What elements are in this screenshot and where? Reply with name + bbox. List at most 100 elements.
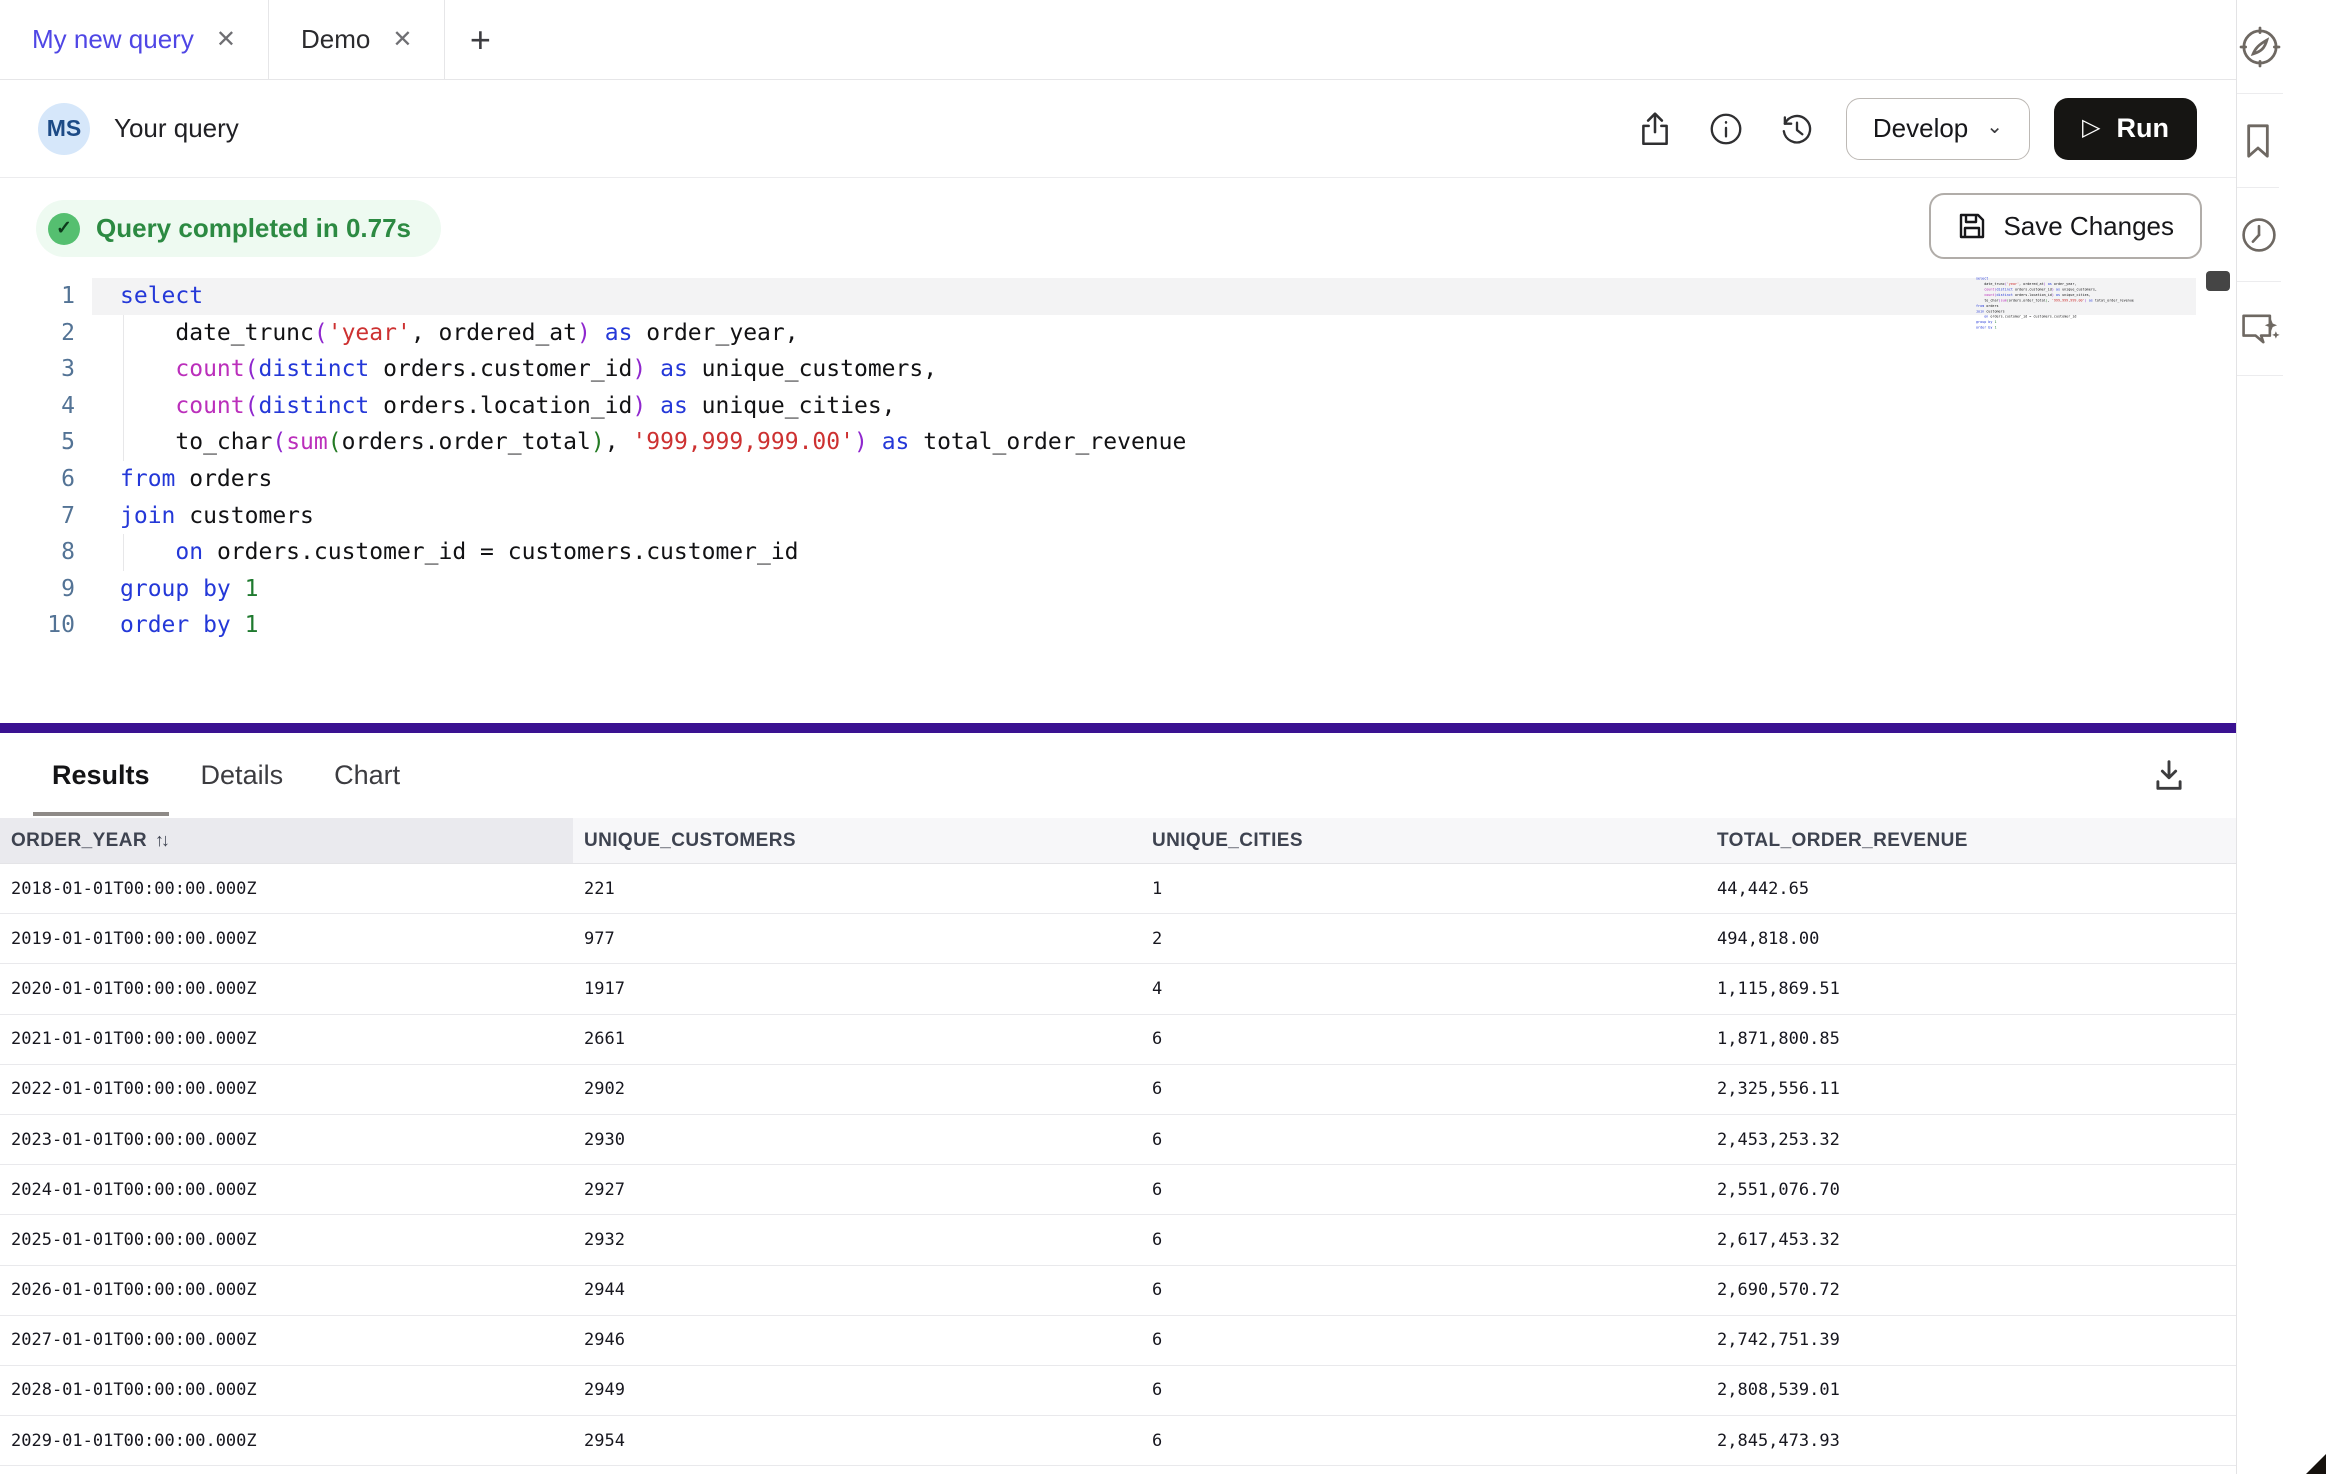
table-cell[interactable]: 2,453,253.32 <box>1706 1115 2236 1164</box>
table-cell[interactable]: 2,325,556.11 <box>1706 1065 2236 1114</box>
table-cell[interactable]: 1 <box>1141 864 1706 913</box>
table-cell[interactable]: 2661 <box>573 1015 1141 1064</box>
table-cell[interactable]: 1917 <box>573 964 1141 1013</box>
query-status-pill: ✓ Query completed in 0.77s <box>36 200 441 257</box>
table-row: 2028-01-01T00:00:00.000Z294962,808,539.0… <box>0 1366 2236 1416</box>
code-line[interactable]: count(distinct orders.customer_id) as un… <box>120 351 1186 388</box>
bookmarks-button[interactable] <box>2237 94 2279 188</box>
column-header[interactable]: UNIQUE_CUSTOMERS <box>573 818 1141 863</box>
table-cell[interactable]: 6 <box>1141 1165 1706 1214</box>
download-results-button[interactable] <box>2142 748 2196 802</box>
table-cell[interactable]: 2,617,453.32 <box>1706 1215 2236 1264</box>
table-cell[interactable]: 2028-01-01T00:00:00.000Z <box>0 1366 573 1415</box>
table-cell[interactable]: 494,818.00 <box>1706 914 2236 963</box>
line-number: 1 <box>0 278 75 315</box>
table-cell[interactable]: 6 <box>1141 1115 1706 1164</box>
table-cell[interactable]: 2,742,751.39 <box>1706 1316 2236 1365</box>
column-header[interactable]: ORDER_YEAR↑↓ <box>0 818 573 863</box>
query-tab[interactable]: Demo✕ <box>269 0 445 79</box>
table-row: 2025-01-01T00:00:00.000Z293262,617,453.3… <box>0 1215 2236 1265</box>
table-cell[interactable]: 2022-01-01T00:00:00.000Z <box>0 1065 573 1114</box>
table-cell[interactable]: 6 <box>1141 1015 1706 1064</box>
close-tab-icon[interactable]: ✕ <box>216 28 236 52</box>
table-cell[interactable]: 221 <box>573 864 1141 913</box>
table-cell[interactable]: 2,845,473.93 <box>1706 1416 2236 1465</box>
code-line[interactable]: join customers <box>120 498 1186 535</box>
table-cell[interactable]: 2029-01-01T00:00:00.000Z <box>0 1416 573 1465</box>
download-icon <box>2149 755 2189 795</box>
table-cell[interactable]: 2027-01-01T00:00:00.000Z <box>0 1316 573 1365</box>
develop-button-label: Develop <box>1873 113 1968 144</box>
version-history-button[interactable] <box>1775 107 1819 151</box>
editor-scrollbar-thumb[interactable] <box>2206 271 2230 291</box>
table-cell[interactable]: 977 <box>573 914 1141 963</box>
new-tab-button[interactable]: + <box>445 0 515 79</box>
code-line[interactable]: count(distinct orders.location_id) as un… <box>120 388 1186 425</box>
code-line[interactable]: date_trunc('year', ordered_at) as order_… <box>120 315 1186 352</box>
table-cell[interactable]: 2927 <box>573 1165 1141 1214</box>
table-row: 2022-01-01T00:00:00.000Z290262,325,556.1… <box>0 1065 2236 1115</box>
table-cell[interactable]: 2932 <box>573 1215 1141 1264</box>
table-cell[interactable]: 2,808,539.01 <box>1706 1366 2236 1415</box>
info-button[interactable] <box>1704 107 1748 151</box>
code-minimap[interactable]: select date_trunc('year', ordered_at) as… <box>1976 276 2146 346</box>
table-cell[interactable]: 1,871,800.85 <box>1706 1015 2236 1064</box>
table-cell[interactable]: 2902 <box>573 1065 1141 1114</box>
table-cell[interactable]: 2946 <box>573 1316 1141 1365</box>
results-panel-tab-details[interactable]: Details <box>182 733 303 818</box>
table-cell[interactable]: 2,690,570.72 <box>1706 1266 2236 1315</box>
results-panel-tab-chart[interactable]: Chart <box>315 733 419 818</box>
table-cell[interactable]: 6 <box>1141 1266 1706 1315</box>
table-cell[interactable]: 2026-01-01T00:00:00.000Z <box>0 1266 573 1315</box>
table-row: 2026-01-01T00:00:00.000Z294462,690,570.7… <box>0 1266 2236 1316</box>
table-cell[interactable]: 4 <box>1141 964 1706 1013</box>
info-icon <box>1707 110 1745 148</box>
query-tab[interactable]: My new query✕ <box>0 0 269 79</box>
table-cell[interactable]: 2021-01-01T00:00:00.000Z <box>0 1015 573 1064</box>
line-number: 8 <box>0 534 75 571</box>
code-line[interactable]: group by 1 <box>120 571 1186 608</box>
indent-guide <box>123 315 124 461</box>
table-cell[interactable]: 2954 <box>573 1416 1141 1465</box>
ai-assistant-button[interactable] <box>2237 282 2283 376</box>
run-button[interactable]: ▷ Run <box>2054 98 2197 160</box>
table-cell[interactable]: 6 <box>1141 1416 1706 1465</box>
code-line[interactable]: to_char(sum(orders.order_total), '999,99… <box>120 424 1186 461</box>
develop-button[interactable]: Develop ⌄ <box>1846 98 2030 160</box>
results-panel-tab-results[interactable]: Results <box>33 733 169 818</box>
table-cell[interactable]: 44,442.65 <box>1706 864 2236 913</box>
table-cell[interactable]: 2024-01-01T00:00:00.000Z <box>0 1165 573 1214</box>
table-cell[interactable]: 2944 <box>573 1266 1141 1315</box>
panel-splitter[interactable] <box>0 723 2236 733</box>
table-cell[interactable]: 6 <box>1141 1065 1706 1114</box>
table-cell[interactable]: 2023-01-01T00:00:00.000Z <box>0 1115 573 1164</box>
column-header-label: TOTAL_ORDER_REVENUE <box>1717 830 1968 852</box>
table-cell[interactable]: 2019-01-01T00:00:00.000Z <box>0 914 573 963</box>
table-cell[interactable]: 2025-01-01T00:00:00.000Z <box>0 1215 573 1264</box>
explore-button[interactable] <box>2237 0 2283 94</box>
line-number: 3 <box>0 351 75 388</box>
table-cell[interactable]: 6 <box>1141 1316 1706 1365</box>
recent-history-button[interactable] <box>2237 188 2281 282</box>
sql-editor[interactable]: 12345678910 select date_trunc('year', or… <box>0 270 2236 723</box>
table-cell[interactable]: 2930 <box>573 1115 1141 1164</box>
code-line[interactable]: order by 1 <box>120 607 1186 644</box>
table-cell[interactable]: 1,115,869.51 <box>1706 964 2236 1013</box>
table-cell[interactable]: 2,551,076.70 <box>1706 1165 2236 1214</box>
code-line[interactable]: on orders.customer_id = customers.custom… <box>120 534 1186 571</box>
column-header[interactable]: UNIQUE_CITIES <box>1141 818 1706 863</box>
table-cell[interactable]: 2949 <box>573 1366 1141 1415</box>
window-resize-handle[interactable] <box>2306 1454 2326 1474</box>
table-cell[interactable]: 6 <box>1141 1215 1706 1264</box>
code-line[interactable]: select <box>120 278 1186 315</box>
code-line[interactable]: from orders <box>120 461 1186 498</box>
table-cell[interactable]: 6 <box>1141 1366 1706 1415</box>
table-cell[interactable]: 2018-01-01T00:00:00.000Z <box>0 864 573 913</box>
share-button[interactable] <box>1633 107 1677 151</box>
close-tab-icon[interactable]: ✕ <box>392 28 412 52</box>
table-cell[interactable]: 2 <box>1141 914 1706 963</box>
column-header[interactable]: TOTAL_ORDER_REVENUE <box>1706 818 2236 863</box>
table-cell[interactable]: 2020-01-01T00:00:00.000Z <box>0 964 573 1013</box>
save-changes-button[interactable]: Save Changes <box>1929 193 2202 259</box>
code-area[interactable]: select date_trunc('year', ordered_at) as… <box>120 278 1186 644</box>
